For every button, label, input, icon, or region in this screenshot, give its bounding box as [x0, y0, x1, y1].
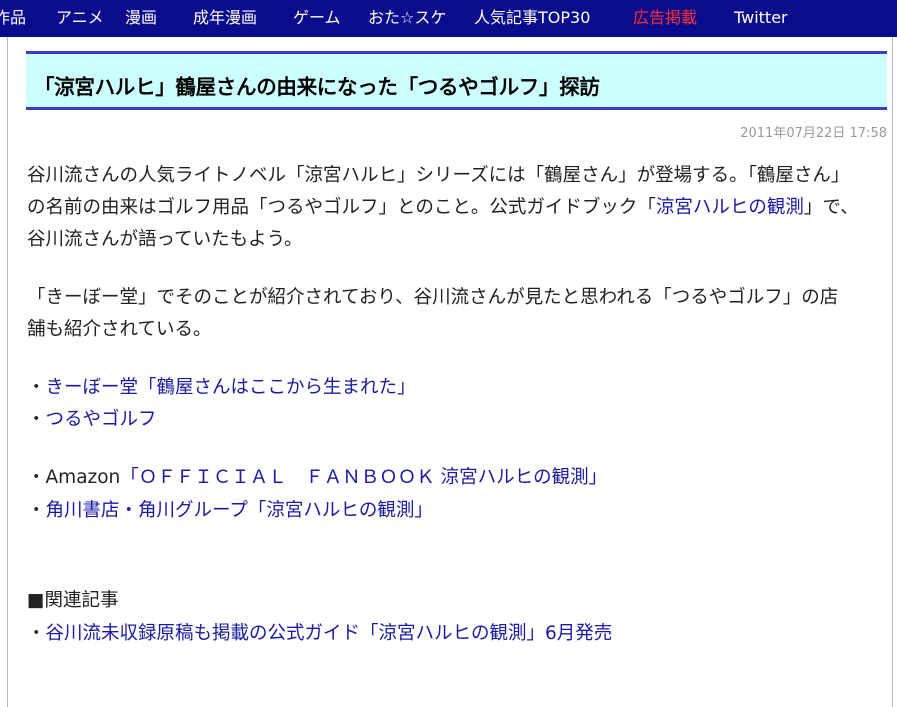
paragraph-1-line-3: 谷川流さんが語っていたもよう。 — [27, 229, 303, 250]
article-title-box: 「涼宮ハルヒ」鶴屋さんの由来になった「つるやゴルフ」探訪 — [26, 51, 887, 110]
text: 」で、 — [803, 197, 859, 218]
bullet: ・ — [27, 409, 46, 430]
article-date: 2011年07月22日 17:58 — [740, 126, 887, 141]
nav-item-works[interactable]: 作品 — [0, 0, 26, 37]
nav-item-games[interactable]: ゲーム — [293, 0, 341, 37]
list-item: ・Amazon「ＯＦＦＩＣＩＡＬ ＦＡＮＢＯＯＫ 涼宮ハルヒの観測」 — [27, 463, 607, 493]
bullet: ・ — [27, 500, 46, 521]
paragraph-1-line-2: の名前の由来はゴルフ用品「つるやゴルフ」とのこと。公式ガイドブック「涼宮ハルヒの… — [27, 192, 859, 223]
related-heading: ■関連記事 — [27, 590, 119, 611]
left-divider — [7, 37, 8, 707]
nav-item-anime[interactable]: アニメ — [56, 0, 104, 37]
nav-item-ota-schedule[interactable]: おた☆スケ — [368, 0, 446, 37]
list-item: ・きーぼー堂「鶴屋さんはここから生まれた」 — [27, 373, 416, 403]
kiboudou-link[interactable]: きーぼー堂「鶴屋さんはここから生まれた」 — [46, 377, 416, 398]
tsuruya-golf-link[interactable]: つるやゴルフ — [46, 409, 157, 430]
nav-item-adult-manga[interactable]: 成年漫画 — [193, 0, 257, 37]
bullet: ・ — [27, 623, 46, 644]
nav-item-manga[interactable]: 漫画 — [125, 0, 157, 37]
top-nav: 作品 アニメ 漫画 成年漫画 ゲーム おた☆スケ 人気記事TOP30 広告掲載 … — [0, 0, 897, 37]
nav-item-advertising[interactable]: 広告掲載 — [633, 0, 697, 37]
bullet: ・ — [27, 377, 46, 398]
paragraph-2-line-2: 舗も紹介されている。 — [27, 319, 212, 340]
list-item: ・谷川流未収録原稿も掲載の公式ガイド「涼宮ハルヒの観測」6月発売 — [27, 619, 612, 649]
bullet: ・ — [27, 467, 46, 488]
paragraph-2-line-1: 「きーぼー堂」でそのことが紹介されており、谷川流さんが見たと思われる「つるやゴル… — [27, 287, 839, 308]
related-article-link[interactable]: 谷川流未収録原稿も掲載の公式ガイド「涼宮ハルヒの観測」6月発売 — [46, 623, 613, 644]
amazon-label: Amazon — [45, 467, 121, 488]
nav-item-top30[interactable]: 人気記事TOP30 — [474, 0, 590, 37]
paragraph-1-line-1: 谷川流さんの人気ライトノベル「涼宮ハルヒ」シリーズには「鶴屋さん」が登場する。「… — [27, 165, 850, 186]
text: の名前の由来はゴルフ用品「つるやゴルフ」とのこと。公式ガイドブック「 — [27, 197, 656, 218]
nav-item-twitter[interactable]: Twitter — [734, 0, 788, 37]
list-item: ・角川書店・角川グループ「涼宮ハルヒの観測」 — [27, 496, 433, 526]
article-title: 「涼宮ハルヒ」鶴屋さんの由来になった「つるやゴルフ」探訪 — [34, 75, 600, 99]
kadokawa-link[interactable]: 角川書店・角川グループ「涼宮ハルヒの観測」 — [46, 500, 433, 521]
observation-book-link[interactable]: 涼宮ハルヒの観測 — [656, 197, 804, 218]
right-divider — [892, 37, 893, 707]
amazon-fanbook-link[interactable]: 「ＯＦＦＩＣＩＡＬ ＦＡＮＢＯＯＫ 涼宮ハルヒの観測」 — [120, 467, 607, 488]
list-item: ・つるやゴルフ — [27, 405, 157, 435]
